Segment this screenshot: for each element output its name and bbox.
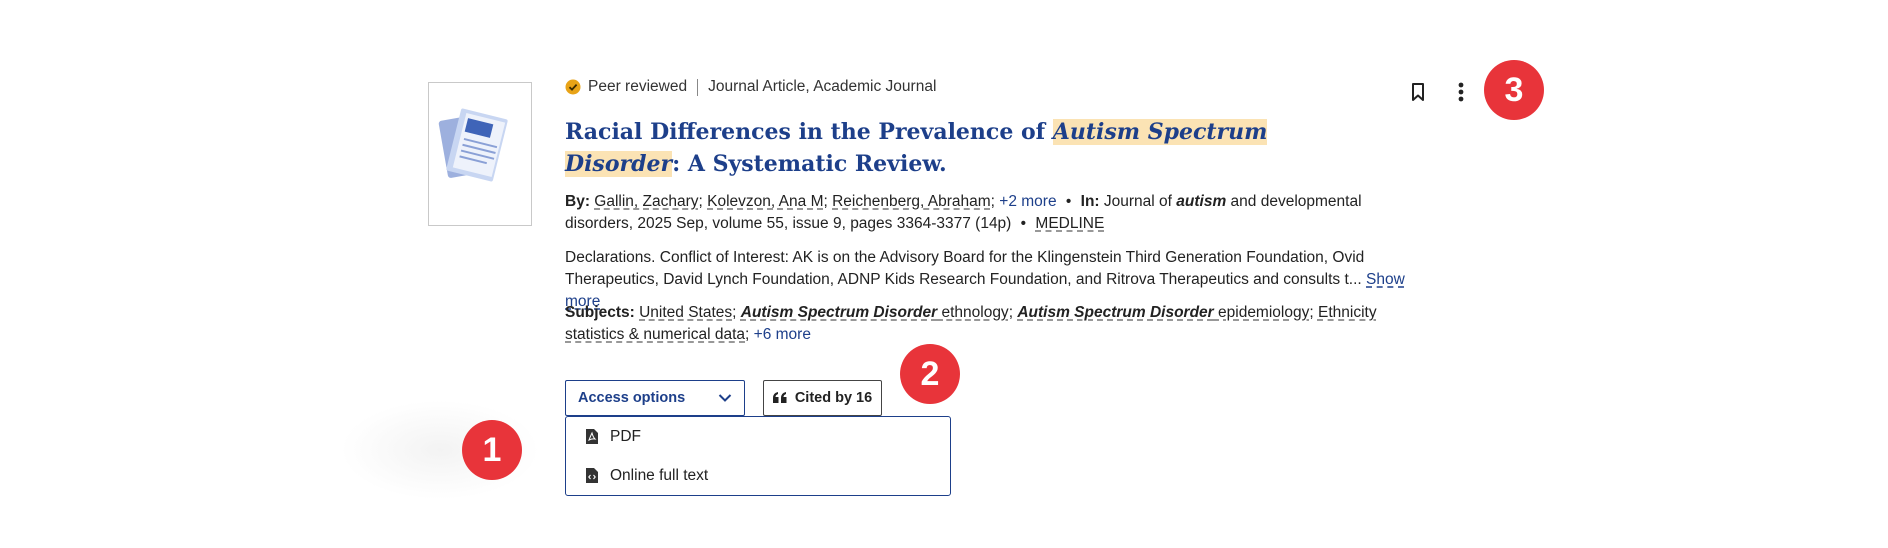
html-file-icon [586,468,598,483]
bullet-separator: • [1065,193,1072,210]
access-options-dropdown[interactable]: Access options [565,380,745,416]
cited-by-label: Cited by 16 [794,390,873,406]
annotation-badge-2: 2 [900,344,960,404]
title-part-1: Racial Differences in the Prevalence of [565,119,1053,145]
subject-highlight: Autism Spectrum Disorder [1017,304,1214,321]
subject-qualifier: ethnology [937,304,1009,321]
menu-item-label: PDF [610,427,641,445]
author-link[interactable]: Gallin, Zachary [594,193,698,210]
database-link[interactable]: MEDLINE [1035,215,1104,232]
subjects-label: Subjects: [565,304,635,321]
cited-by-button[interactable]: Cited by 16 [763,380,882,416]
peer-reviewed-icon [565,79,581,95]
author-link[interactable]: Reichenberg, Abraham [832,193,991,210]
bookmark-button[interactable] [1404,78,1432,106]
vertical-ellipsis-icon [1458,82,1464,102]
result-subjects: Subjects: United States; Autism Spectrum… [565,304,1377,343]
result-byline: By: Gallin, Zachary; Kolevzon, Ana M; Re… [565,193,1362,232]
journal-name-pre: Journal of [1103,193,1177,210]
document-thumbnail-icon [438,108,508,182]
in-label: In: [1080,193,1100,210]
annotation-badge-3: 3 [1484,60,1544,120]
access-options-menu: PDF Online full text [565,416,951,496]
access-options-label: Access options [578,390,686,406]
subject-highlight: Autism Spectrum Disorder [740,304,938,321]
result-title[interactable]: Racial Differences in the Prevalence of … [565,116,1325,180]
chevron-down-icon [718,394,732,402]
result-meta: Peer reviewed Journal Article, Academic … [565,76,936,98]
annotation-badge-1: 1 [462,420,522,480]
author-link[interactable]: Kolevzon, Ana M [707,193,823,210]
by-label: By: [565,193,590,210]
publication-type: Journal Article, Academic Journal [708,78,937,95]
result-thumbnail[interactable] [428,82,532,226]
subject-link[interactable]: United States [639,304,732,321]
abstract-text: Declarations. Conflict of Interest: AK i… [565,249,1365,288]
bullet-separator: • [1020,215,1027,232]
pdf-file-icon [586,429,598,444]
meta-separator [697,78,699,96]
peer-reviewed-label: Peer reviewed [588,78,688,95]
menu-item-pdf[interactable]: PDF [566,417,950,456]
more-subjects-link[interactable]: +6 more [754,326,811,343]
menu-item-label: Online full text [610,466,709,484]
subject-qualifier: epidemiology [1213,304,1310,321]
title-part-2: : A Systematic Review. [672,151,947,177]
more-options-button[interactable] [1447,78,1475,106]
journal-name-highlight: autism [1176,193,1227,210]
subject-link[interactable]: Autism Spectrum Disorder ethnology [741,304,1009,321]
bookmark-icon [1412,83,1424,101]
menu-item-online-full-text[interactable]: Online full text [566,456,950,495]
subject-link[interactable]: Autism Spectrum Disorder epidemiology [1017,304,1309,321]
more-authors-link[interactable]: +2 more [999,193,1056,210]
quote-icon [772,392,787,403]
